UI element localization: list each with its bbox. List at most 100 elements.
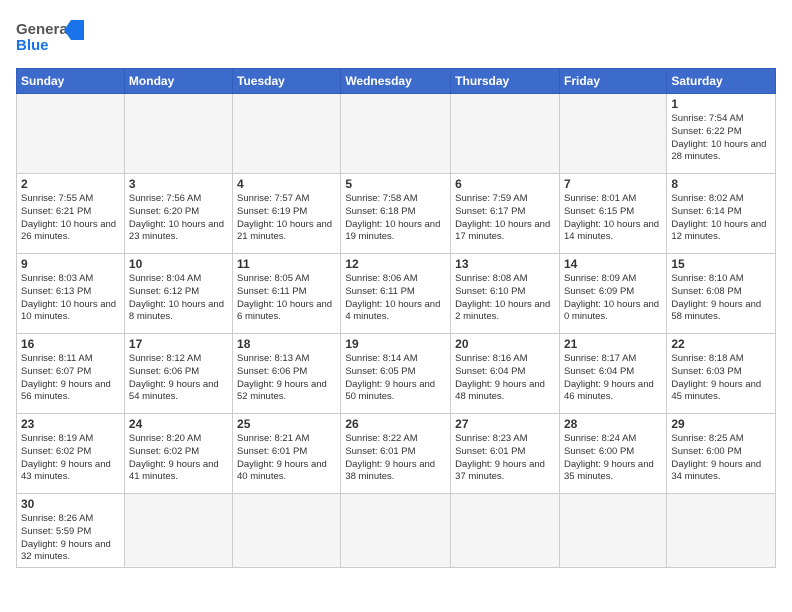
day-info: Sunrise: 8:19 AM Sunset: 6:02 PM Dayligh… <box>21 433 120 484</box>
day-info: Sunrise: 8:26 AM Sunset: 5:59 PM Dayligh… <box>21 513 120 564</box>
logo-svg: GeneralBlue <box>16 16 86 56</box>
day-number: 22 <box>671 337 771 351</box>
day-info: Sunrise: 8:10 AM Sunset: 6:08 PM Dayligh… <box>671 273 771 324</box>
day-info: Sunrise: 8:14 AM Sunset: 6:05 PM Dayligh… <box>345 353 446 404</box>
day-number: 28 <box>564 417 662 431</box>
calendar-cell: 22 Sunrise: 8:18 AM Sunset: 6:03 PM Dayli… <box>667 334 776 414</box>
day-info: Sunrise: 8:17 AM Sunset: 6:04 PM Dayligh… <box>564 353 662 404</box>
weekday-header-friday: Friday <box>559 69 666 94</box>
day-number: 24 <box>129 417 228 431</box>
weekday-header-sunday: Sunday <box>17 69 125 94</box>
day-info: Sunrise: 8:18 AM Sunset: 6:03 PM Dayligh… <box>671 353 771 404</box>
day-number: 4 <box>237 177 336 191</box>
calendar-table: SundayMondayTuesdayWednesdayThursdayFrid… <box>16 68 776 568</box>
day-number: 2 <box>21 177 120 191</box>
day-number: 1 <box>671 97 771 111</box>
svg-text:General: General <box>16 21 72 38</box>
day-info: Sunrise: 8:22 AM Sunset: 6:01 PM Dayligh… <box>345 433 446 484</box>
calendar-cell: 26Sunrise: 8:22 AM Sunset: 6:01 PM Dayli… <box>341 414 451 494</box>
calendar-cell: 25 Sunrise: 8:21 AM Sunset: 6:01 PM Dayli… <box>233 414 341 494</box>
calendar-cell: 24Sunrise: 8:20 AM Sunset: 6:02 PM Dayli… <box>124 414 232 494</box>
calendar-cell <box>667 494 776 568</box>
day-number: 18 <box>237 337 336 351</box>
calendar-cell: 15 Sunrise: 8:10 AM Sunset: 6:08 PM Dayli… <box>667 254 776 334</box>
day-info: Sunrise: 7:57 AM Sunset: 6:19 PM Dayligh… <box>237 193 336 244</box>
calendar-cell: 27Sunrise: 8:23 AM Sunset: 6:01 PM Dayli… <box>451 414 560 494</box>
calendar-cell: 14Sunrise: 8:09 AM Sunset: 6:09 PM Dayli… <box>559 254 666 334</box>
day-number: 20 <box>455 337 555 351</box>
svg-text:Blue: Blue <box>16 37 49 54</box>
day-number: 8 <box>671 177 771 191</box>
calendar-cell: 17Sunrise: 8:12 AM Sunset: 6:06 PM Dayli… <box>124 334 232 414</box>
day-info: Sunrise: 8:04 AM Sunset: 6:12 PM Dayligh… <box>129 273 228 324</box>
calendar-cell <box>559 494 666 568</box>
calendar-week-3: 9Sunrise: 8:03 AM Sunset: 6:13 PM Daylig… <box>17 254 776 334</box>
weekday-header-row: SundayMondayTuesdayWednesdayThursdayFrid… <box>17 69 776 94</box>
calendar-cell: 29 Sunrise: 8:25 AM Sunset: 6:00 PM Dayli… <box>667 414 776 494</box>
weekday-header-saturday: Saturday <box>667 69 776 94</box>
calendar-cell <box>124 494 232 568</box>
calendar-cell <box>233 94 341 174</box>
day-number: 21 <box>564 337 662 351</box>
day-info: Sunrise: 8:02 AM Sunset: 6:14 PM Dayligh… <box>671 193 771 244</box>
calendar-cell: 9Sunrise: 8:03 AM Sunset: 6:13 PM Daylig… <box>17 254 125 334</box>
calendar-cell <box>451 94 560 174</box>
day-number: 11 <box>237 257 336 271</box>
calendar-cell <box>341 94 451 174</box>
day-number: 25 <box>237 417 336 431</box>
day-info: Sunrise: 8:01 AM Sunset: 6:15 PM Dayligh… <box>564 193 662 244</box>
day-info: Sunrise: 8:08 AM Sunset: 6:10 PM Dayligh… <box>455 273 555 324</box>
calendar-cell <box>124 94 232 174</box>
day-info: Sunrise: 7:55 AM Sunset: 6:21 PM Dayligh… <box>21 193 120 244</box>
day-number: 7 <box>564 177 662 191</box>
day-number: 9 <box>21 257 120 271</box>
day-info: Sunrise: 7:58 AM Sunset: 6:18 PM Dayligh… <box>345 193 446 244</box>
calendar-cell: 18 Sunrise: 8:13 AM Sunset: 6:06 PM Dayli… <box>233 334 341 414</box>
day-number: 29 <box>671 417 771 431</box>
day-number: 17 <box>129 337 228 351</box>
day-info: Sunrise: 8:24 AM Sunset: 6:00 PM Dayligh… <box>564 433 662 484</box>
calendar-cell: 4 Sunrise: 7:57 AM Sunset: 6:19 PM Daylig… <box>233 174 341 254</box>
day-number: 10 <box>129 257 228 271</box>
day-info: Sunrise: 7:56 AM Sunset: 6:20 PM Dayligh… <box>129 193 228 244</box>
calendar-cell: 19 Sunrise: 8:14 AM Sunset: 6:05 PM Dayli… <box>341 334 451 414</box>
calendar-cell: 20Sunrise: 8:16 AM Sunset: 6:04 PM Dayli… <box>451 334 560 414</box>
day-info: Sunrise: 8:05 AM Sunset: 6:11 PM Dayligh… <box>237 273 336 324</box>
day-info: Sunrise: 8:06 AM Sunset: 6:11 PM Dayligh… <box>345 273 446 324</box>
calendar-cell: 5Sunrise: 7:58 AM Sunset: 6:18 PM Daylig… <box>341 174 451 254</box>
day-info: Sunrise: 8:13 AM Sunset: 6:06 PM Dayligh… <box>237 353 336 404</box>
day-number: 12 <box>345 257 446 271</box>
calendar-cell: 10 Sunrise: 8:04 AM Sunset: 6:12 PM Dayli… <box>124 254 232 334</box>
calendar-week-4: 16Sunrise: 8:11 AM Sunset: 6:07 PM Dayli… <box>17 334 776 414</box>
calendar-cell: 3 Sunrise: 7:56 AM Sunset: 6:20 PM Daylig… <box>124 174 232 254</box>
day-info: Sunrise: 8:25 AM Sunset: 6:00 PM Dayligh… <box>671 433 771 484</box>
calendar-week-5: 23Sunrise: 8:19 AM Sunset: 6:02 PM Dayli… <box>17 414 776 494</box>
calendar-cell: 23Sunrise: 8:19 AM Sunset: 6:02 PM Dayli… <box>17 414 125 494</box>
weekday-header-thursday: Thursday <box>451 69 560 94</box>
calendar-cell: 6Sunrise: 7:59 AM Sunset: 6:17 PM Daylig… <box>451 174 560 254</box>
calendar-cell <box>17 94 125 174</box>
calendar-cell <box>451 494 560 568</box>
calendar-week-6: 30Sunrise: 8:26 AM Sunset: 5:59 PM Dayli… <box>17 494 776 568</box>
day-info: Sunrise: 8:21 AM Sunset: 6:01 PM Dayligh… <box>237 433 336 484</box>
day-number: 19 <box>345 337 446 351</box>
calendar-cell: 30Sunrise: 8:26 AM Sunset: 5:59 PM Dayli… <box>17 494 125 568</box>
calendar-cell: 11 Sunrise: 8:05 AM Sunset: 6:11 PM Dayli… <box>233 254 341 334</box>
day-info: Sunrise: 7:59 AM Sunset: 6:17 PM Dayligh… <box>455 193 555 244</box>
day-info: Sunrise: 8:09 AM Sunset: 6:09 PM Dayligh… <box>564 273 662 324</box>
calendar-cell: 21 Sunrise: 8:17 AM Sunset: 6:04 PM Dayli… <box>559 334 666 414</box>
calendar-cell: 2 Sunrise: 7:55 AM Sunset: 6:21 PM Daylig… <box>17 174 125 254</box>
day-number: 15 <box>671 257 771 271</box>
calendar-cell: 16Sunrise: 8:11 AM Sunset: 6:07 PM Dayli… <box>17 334 125 414</box>
calendar-cell <box>233 494 341 568</box>
day-info: Sunrise: 7:54 AM Sunset: 6:22 PM Dayligh… <box>671 113 771 164</box>
calendar-cell <box>559 94 666 174</box>
page-header: GeneralBlue <box>16 16 776 56</box>
day-number: 3 <box>129 177 228 191</box>
day-number: 13 <box>455 257 555 271</box>
weekday-header-monday: Monday <box>124 69 232 94</box>
day-info: Sunrise: 8:23 AM Sunset: 6:01 PM Dayligh… <box>455 433 555 484</box>
weekday-header-wednesday: Wednesday <box>341 69 451 94</box>
weekday-header-tuesday: Tuesday <box>233 69 341 94</box>
calendar-cell: 28 Sunrise: 8:24 AM Sunset: 6:00 PM Dayli… <box>559 414 666 494</box>
